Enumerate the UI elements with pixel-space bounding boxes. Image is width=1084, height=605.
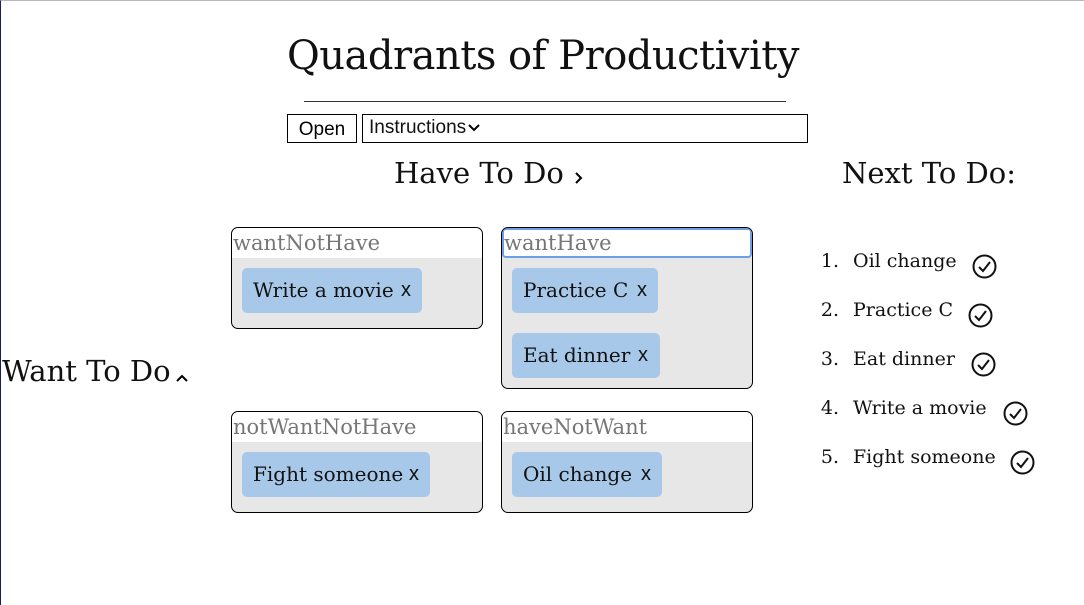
item-number: 2. (820, 299, 839, 321)
quadrant-name-input[interactable] (232, 228, 482, 258)
task-chip[interactable]: Eat dinner x (512, 333, 660, 378)
remove-task-button[interactable]: x (641, 452, 651, 497)
next-to-do-title: Next To Do: (842, 156, 1017, 190)
quadrant-have-not-want[interactable]: Oil change x (501, 411, 753, 513)
want-to-do-axis[interactable]: Want To Do (2, 351, 189, 393)
item-label: Practice C (853, 299, 954, 321)
chevron-right-icon[interactable] (574, 155, 584, 195)
item-number: 3. (820, 348, 839, 370)
remove-task-button[interactable]: x (638, 333, 648, 378)
remove-task-button[interactable]: x (637, 268, 647, 313)
task-label: Fight someone (253, 462, 404, 486)
task-chip[interactable]: Practice C x (512, 268, 658, 313)
quadrant-not-want-not-have[interactable]: Fight someone x (231, 411, 483, 513)
task-label: Practice C (523, 278, 629, 302)
item-number: 1. (820, 250, 839, 272)
open-button[interactable]: Open (287, 114, 357, 143)
quadrant-name-input[interactable] (502, 228, 752, 258)
task-label: Eat dinner (523, 343, 631, 367)
item-number: 4. (820, 397, 839, 419)
remove-task-button[interactable]: x (401, 268, 411, 313)
task-chip[interactable]: Oil change x (512, 452, 662, 497)
remove-task-button[interactable]: x (409, 452, 419, 497)
item-label: Oil change (853, 250, 957, 272)
item-number: 5. (820, 446, 839, 468)
item-label: Eat dinner (853, 348, 955, 370)
chevron-up-icon[interactable] (175, 353, 189, 393)
title-divider (304, 101, 786, 102)
quadrant-name-input[interactable] (502, 412, 752, 442)
check-circle-icon[interactable] (968, 298, 993, 328)
chevron-down-icon (468, 115, 480, 141)
quadrant-want-have[interactable]: Practice C x Eat dinner x (501, 227, 753, 389)
task-label: Oil change (523, 462, 633, 486)
instructions-toggle[interactable]: Instructions (362, 114, 808, 143)
check-circle-icon[interactable] (971, 347, 996, 377)
want-to-do-label: Want To Do (2, 354, 171, 388)
task-label: Write a movie (253, 278, 394, 302)
page-title: Quadrants of Productivity (287, 33, 799, 79)
item-label: Fight someone (853, 446, 996, 468)
task-chip[interactable]: Write a movie x (242, 268, 422, 313)
have-to-do-axis[interactable]: Have To Do (394, 153, 584, 195)
item-label: Write a movie (853, 397, 987, 419)
quadrant-name-input[interactable] (232, 412, 482, 442)
task-chip[interactable]: Fight someone x (242, 452, 430, 497)
have-to-do-label: Have To Do (394, 156, 564, 190)
check-circle-icon[interactable] (972, 249, 997, 279)
instructions-label: Instructions (369, 117, 467, 139)
check-circle-icon[interactable] (1003, 396, 1028, 426)
quadrant-want-not-have[interactable]: Write a movie x (231, 227, 483, 329)
check-circle-icon[interactable] (1010, 445, 1035, 475)
